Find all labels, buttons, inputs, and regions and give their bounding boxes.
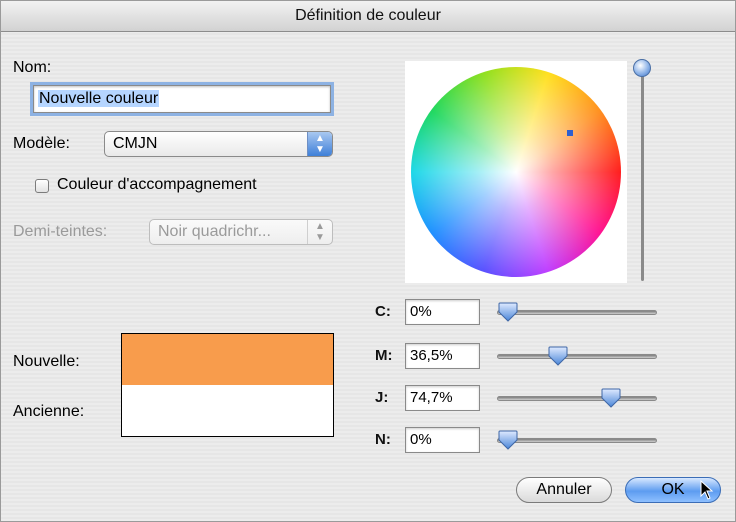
channel-slider[interactable]: [497, 346, 657, 366]
color-definition-dialog: Définition de couleur Nom: Nouvelle coul…: [0, 0, 736, 522]
channel-value-field[interactable]: 0%: [405, 427, 480, 453]
popup-arrows-icon: ▲ ▼: [307, 132, 332, 156]
channel-slider-thumb[interactable]: [600, 388, 622, 408]
halftone-select[interactable]: Noir quadrichr... ▲ ▼: [149, 219, 333, 245]
halftone-label: Demi-teintes:: [13, 223, 108, 240]
channel-slider-thumb[interactable]: [497, 302, 519, 322]
channel-label: C:: [375, 303, 391, 320]
channel-slider-thumb[interactable]: [547, 346, 569, 366]
cancel-button[interactable]: Annuler: [516, 477, 612, 503]
name-value: Nouvelle couleur: [38, 90, 160, 107]
popup-arrows-icon: ▲ ▼: [307, 220, 332, 244]
window-title: Définition de couleur: [1, 1, 735, 32]
channel-slider-thumb[interactable]: [497, 430, 519, 450]
channel-slider-track[interactable]: [497, 396, 657, 401]
color-preview: [121, 333, 334, 437]
new-color-swatch: [122, 334, 333, 385]
pointer-cursor-icon: [700, 480, 714, 500]
model-select[interactable]: CMJN ▲ ▼: [104, 131, 333, 157]
old-color-swatch: [122, 385, 333, 436]
spot-color-checkbox[interactable]: [35, 179, 49, 193]
old-color-label: Ancienne:: [13, 403, 85, 420]
channel-slider[interactable]: [497, 388, 657, 408]
brightness-slider-thumb[interactable]: [633, 59, 651, 77]
spot-color-label[interactable]: Couleur d'accompagnement: [57, 176, 257, 194]
new-color-label: Nouvelle:: [13, 353, 80, 370]
model-value: CMJN: [113, 135, 158, 152]
channel-value-field[interactable]: 36,5%: [405, 343, 480, 369]
channel-slider-track[interactable]: [497, 438, 657, 443]
model-label: Modèle:: [13, 135, 70, 152]
channel-value-field[interactable]: 0%: [405, 299, 480, 325]
channel-label: J:: [375, 389, 389, 406]
name-label: Nom:: [13, 59, 52, 76]
channel-slider[interactable]: [497, 430, 657, 450]
name-field[interactable]: Nouvelle couleur: [30, 82, 334, 116]
color-wheel-marker[interactable]: [567, 130, 573, 136]
color-wheel-panel: [405, 61, 627, 283]
channel-slider-track[interactable]: [497, 310, 657, 315]
channel-label: N:: [375, 431, 391, 448]
channel-value-field[interactable]: 74,7%: [405, 385, 480, 411]
brightness-slider-track[interactable]: [641, 65, 644, 281]
color-wheel[interactable]: [411, 67, 621, 277]
channel-label: M:: [375, 347, 393, 364]
halftone-value: Noir quadrichr...: [158, 223, 271, 240]
channel-slider[interactable]: [497, 302, 657, 322]
channel-slider-track[interactable]: [497, 354, 657, 359]
